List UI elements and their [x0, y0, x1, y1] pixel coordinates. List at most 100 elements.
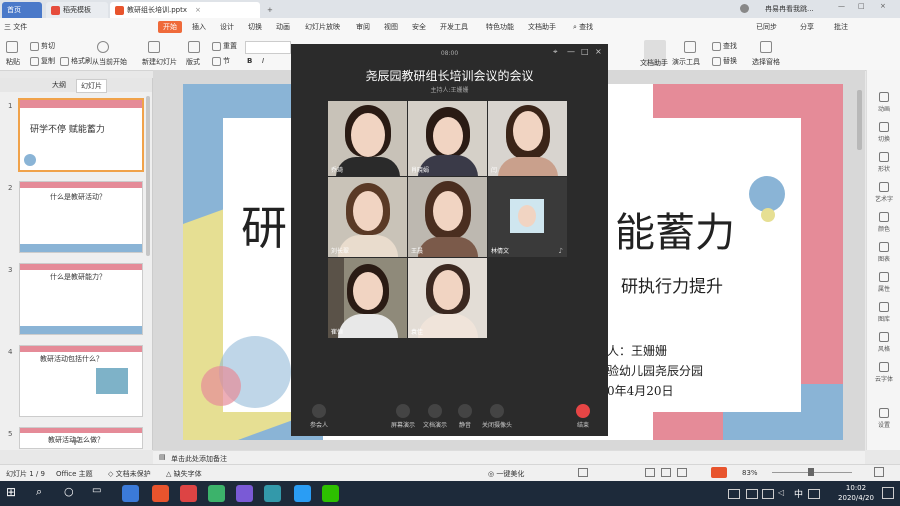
gallery-tool[interactable]: 图库 — [867, 302, 900, 323]
reset-button[interactable]: 重置 — [212, 41, 237, 51]
shape-tool[interactable]: 形状 — [867, 152, 900, 173]
tray-icon[interactable] — [728, 489, 740, 499]
close-window-icon[interactable]: × — [880, 2, 886, 10]
search-icon[interactable]: ⌕ — [36, 485, 53, 502]
italic-button[interactable]: I — [262, 56, 264, 66]
clock-date[interactable]: 2020/4/20 — [830, 494, 882, 502]
edge-icon[interactable] — [122, 485, 139, 502]
new-tab-button[interactable]: + — [262, 2, 276, 18]
minimize-icon[interactable]: — — [838, 2, 845, 10]
menu-animation[interactable]: 动画 — [276, 21, 290, 33]
copy-button[interactable]: 复制 — [30, 56, 55, 66]
thumb-scrollbar[interactable] — [146, 96, 150, 256]
play-icon[interactable] — [97, 41, 111, 53]
maximize-icon[interactable]: □ — [858, 2, 865, 10]
bold-button[interactable]: B — [247, 56, 252, 66]
property-tool[interactable]: 属性 — [867, 272, 900, 293]
minimize-icon[interactable]: — — [567, 47, 575, 56]
font-name-select[interactable] — [245, 41, 291, 54]
video-tile[interactable]: 崔恒 — [328, 258, 407, 338]
camera-off-button[interactable]: 关闭摄像头 — [477, 404, 517, 429]
tencent-meeting-icon[interactable] — [294, 485, 311, 502]
volume-icon[interactable]: ◁ — [778, 488, 784, 497]
menu-slideshow[interactable]: 幻灯片放映 — [305, 21, 340, 33]
presenter-tools-button[interactable]: 演示工具 — [672, 57, 700, 67]
slide-thumb-2[interactable]: 什么是教研活动？ — [20, 182, 142, 252]
notes-view-icon[interactable] — [578, 468, 588, 477]
sorter-view-icon[interactable] — [661, 468, 671, 477]
layout-icon[interactable] — [188, 41, 202, 53]
wordart-tool[interactable]: 艺术字 — [867, 182, 900, 203]
new-slide-button[interactable]: 新建幻灯片 — [142, 57, 177, 67]
network-icon[interactable] — [762, 489, 774, 499]
user-name[interactable]: 冉易冉看我跳... — [765, 4, 825, 14]
mi-icon[interactable] — [152, 485, 169, 502]
section-button[interactable]: 节 — [212, 56, 230, 66]
notes-bar[interactable]: ▤ 单击此处添加备注 — [153, 450, 865, 465]
close-tab-icon[interactable]: × — [195, 6, 201, 14]
menu-start[interactable]: 开始 — [158, 21, 182, 33]
paste-button[interactable] — [6, 41, 20, 53]
menu-developer[interactable]: 开发工具 — [440, 21, 468, 33]
cloud-font-tool[interactable]: 云字体 — [867, 362, 900, 383]
slide-thumb-1[interactable]: 研学不停 赋能蓄力 — [20, 100, 142, 170]
color-tool[interactable]: 颜色 — [867, 212, 900, 233]
menu-security[interactable]: 安全 — [412, 21, 426, 33]
add-slide-icon[interactable]: + — [70, 434, 80, 448]
search-menu[interactable]: ⌕ 查找 — [573, 21, 593, 33]
tab-template[interactable]: 稻壳模板 — [46, 2, 108, 18]
find-button[interactable]: 查找 — [712, 41, 737, 51]
cortana-icon[interactable]: ○ — [64, 485, 81, 502]
avatar[interactable] — [740, 4, 749, 13]
tray-icon[interactable] — [746, 489, 758, 499]
windows-start-icon[interactable]: ⊞ — [6, 485, 23, 502]
app-icon[interactable] — [236, 485, 253, 502]
tab-home[interactable]: 首页 — [2, 2, 42, 18]
menu-review[interactable]: 审阅 — [356, 21, 370, 33]
video-tile[interactable]: 林倩文 ♪ — [488, 177, 567, 257]
video-tile[interactable]: 刘长翠 — [328, 177, 407, 257]
end-meeting-button[interactable]: 结束 — [563, 404, 603, 429]
clock-time[interactable]: 10:02 — [836, 484, 876, 492]
app-icon[interactable] — [180, 485, 197, 502]
notification-icon[interactable] — [882, 487, 894, 499]
style-tool[interactable]: 风格 — [867, 332, 900, 353]
zoom-handle[interactable] — [808, 468, 814, 476]
app-icon[interactable] — [208, 485, 225, 502]
select-pane-icon[interactable] — [760, 41, 774, 53]
pin-icon[interactable]: ⌖ — [553, 47, 558, 57]
close-icon[interactable]: × — [595, 47, 602, 56]
menu-doc-assistant[interactable]: 文档助手 — [528, 21, 556, 33]
new-slide-icon[interactable] — [148, 41, 162, 53]
from-current-button[interactable]: 从当前开始 — [92, 57, 127, 67]
menu-design[interactable]: 设计 — [220, 21, 234, 33]
tray-icon[interactable] — [808, 489, 820, 499]
menu-features[interactable]: 特色功能 — [486, 21, 514, 33]
reading-view-icon[interactable] — [677, 468, 687, 477]
doc-protect-status[interactable]: ◇ 文档未保护 — [108, 469, 151, 479]
replace-button[interactable]: 替换 — [712, 56, 737, 66]
video-tile[interactable]: 肖晓娟 — [408, 101, 487, 176]
missing-font-status[interactable]: △ 缺失字体 — [166, 469, 202, 479]
ime-indicator[interactable]: 中 — [794, 487, 803, 500]
layout-button[interactable]: 版式 — [186, 57, 200, 67]
share-button[interactable]: 分享 — [800, 21, 814, 33]
participants-button[interactable]: 参会人 — [299, 404, 339, 429]
animation-tool[interactable]: 动画 — [867, 92, 900, 113]
presenter-tools-icon[interactable] — [684, 41, 698, 53]
play-slideshow-button[interactable] — [711, 467, 727, 478]
transition-tool[interactable]: 切换 — [867, 122, 900, 143]
sync-status[interactable]: 已同步 — [756, 21, 777, 33]
select-pane-button[interactable]: 选择窗格 — [752, 57, 780, 67]
wechat-icon[interactable] — [322, 485, 339, 502]
video-tile[interactable]: 王晨 — [408, 177, 487, 257]
slide-thumb-4[interactable]: 教研活动包括什么？ — [20, 346, 142, 416]
format-painter-button[interactable]: 格式刷 — [60, 56, 92, 66]
menu-view[interactable]: 视图 — [384, 21, 398, 33]
beautify-button[interactable]: ◎ 一键美化 — [488, 469, 524, 479]
menu-insert[interactable]: 插入 — [192, 21, 206, 33]
maximize-icon[interactable]: □ — [581, 47, 589, 56]
video-tile[interactable]: 乔琦 — [328, 101, 407, 176]
slides-tab[interactable]: 幻灯片 — [76, 79, 107, 93]
chart-tool[interactable]: 图表 — [867, 242, 900, 263]
